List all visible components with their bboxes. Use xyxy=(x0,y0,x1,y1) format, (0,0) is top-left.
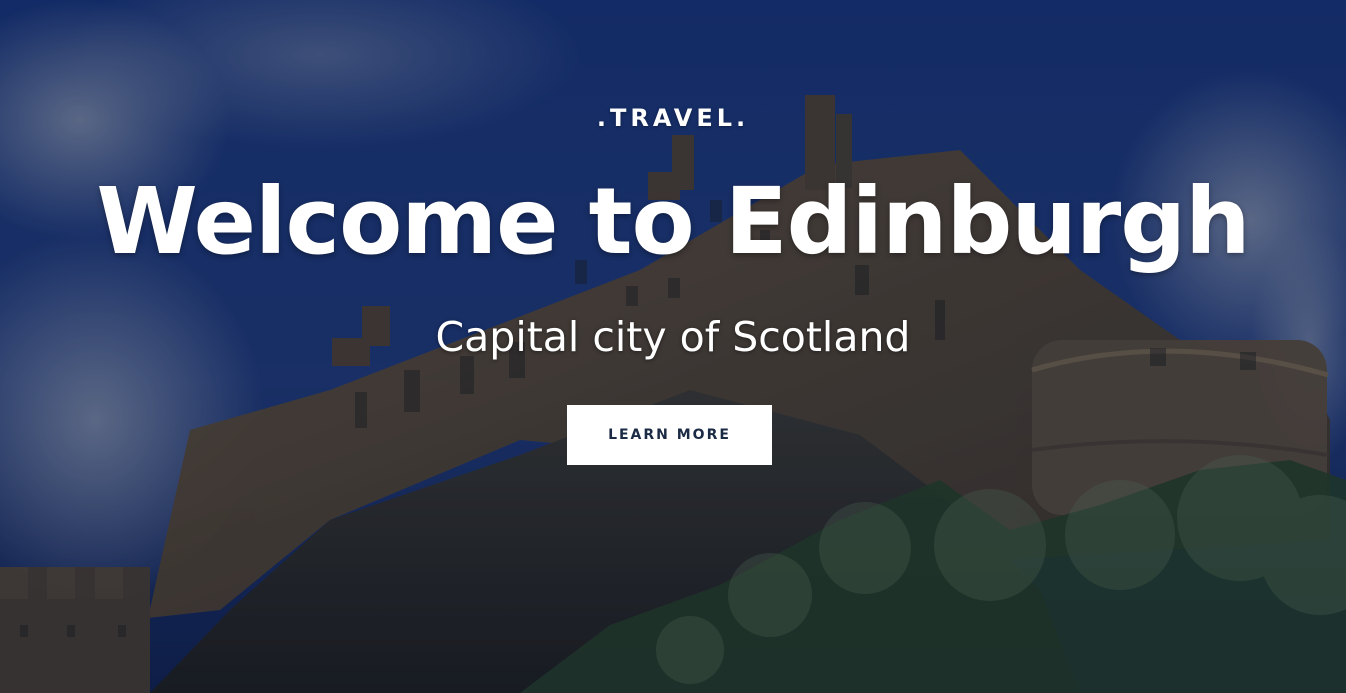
learn-more-button[interactable]: LEARN MORE xyxy=(567,405,772,465)
hero-subtitle: Capital city of Scotland xyxy=(435,313,911,361)
hero-content: .TRAVEL. Welcome to Edinburgh Capital ci… xyxy=(0,0,1346,693)
hero-title: Welcome to Edinburgh xyxy=(96,168,1250,275)
hero-section: .TRAVEL. Welcome to Edinburgh Capital ci… xyxy=(0,0,1346,693)
hero-eyebrow: .TRAVEL. xyxy=(596,104,750,132)
